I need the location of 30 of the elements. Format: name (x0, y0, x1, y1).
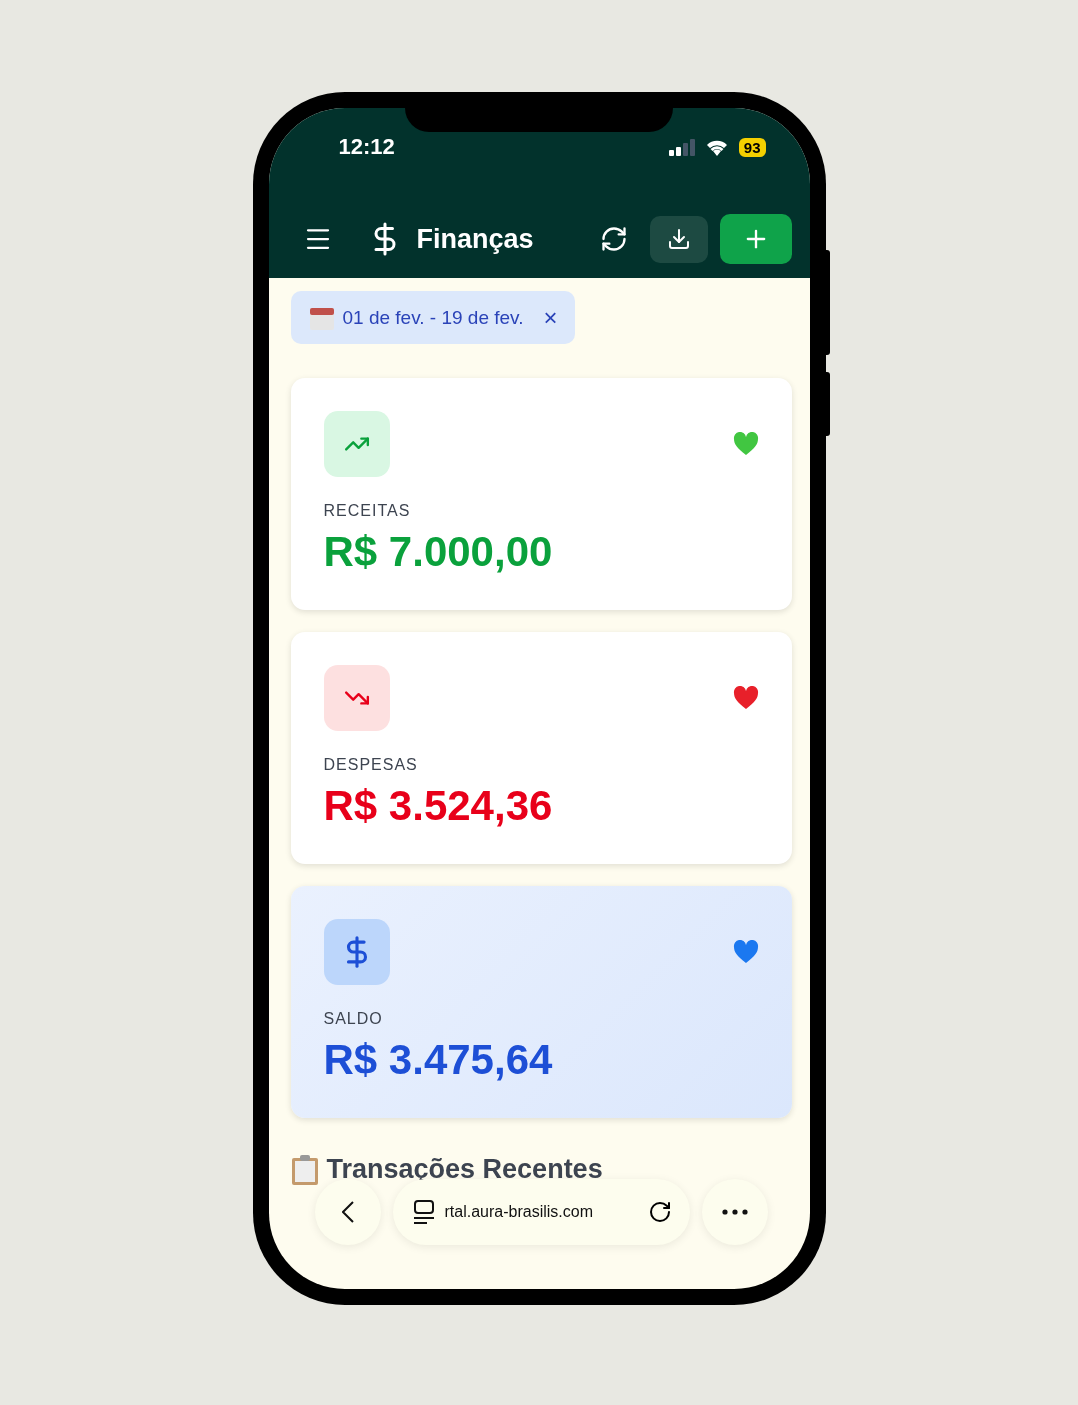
heart-icon (732, 940, 759, 964)
clipboard-icon (290, 1154, 319, 1185)
address-bar[interactable]: rtal.aura-brasilis.com (392, 1179, 690, 1245)
card-amount: R$ 3.524,36 (323, 782, 554, 830)
status-time: 12:12 (338, 134, 395, 160)
trend-up-icon (323, 411, 390, 477)
download-button[interactable] (649, 215, 708, 263)
url-text: rtal.aura-brasilis.com (444, 1203, 594, 1221)
card-label: RECEITAS (323, 502, 412, 520)
card-label: SALDO (323, 1010, 384, 1028)
more-icon (721, 1209, 748, 1215)
signal-icon (668, 138, 695, 156)
back-icon (341, 1201, 354, 1223)
download-icon (666, 227, 691, 251)
date-range: 01 de fev. - 19 de fev. (342, 306, 524, 329)
date-filter-chip[interactable]: 01 de fev. - 19 de fev. × (290, 291, 576, 344)
card-amount: R$ 3.475,64 (323, 1036, 554, 1084)
add-button[interactable] (719, 214, 792, 264)
battery-level: 93 (738, 137, 766, 157)
card-label: DESPESAS (323, 756, 419, 774)
app-title: Finanças (416, 223, 534, 255)
heart-icon (732, 686, 759, 710)
dollar-icon (323, 919, 390, 985)
reload-icon[interactable] (647, 1200, 672, 1224)
heart-icon (732, 432, 759, 456)
close-icon[interactable]: × (543, 303, 558, 332)
card-amount: R$ 7.000,00 (323, 528, 554, 576)
tabs-icon (412, 1200, 435, 1224)
refresh-icon[interactable] (599, 225, 628, 253)
trend-down-icon (323, 665, 390, 731)
